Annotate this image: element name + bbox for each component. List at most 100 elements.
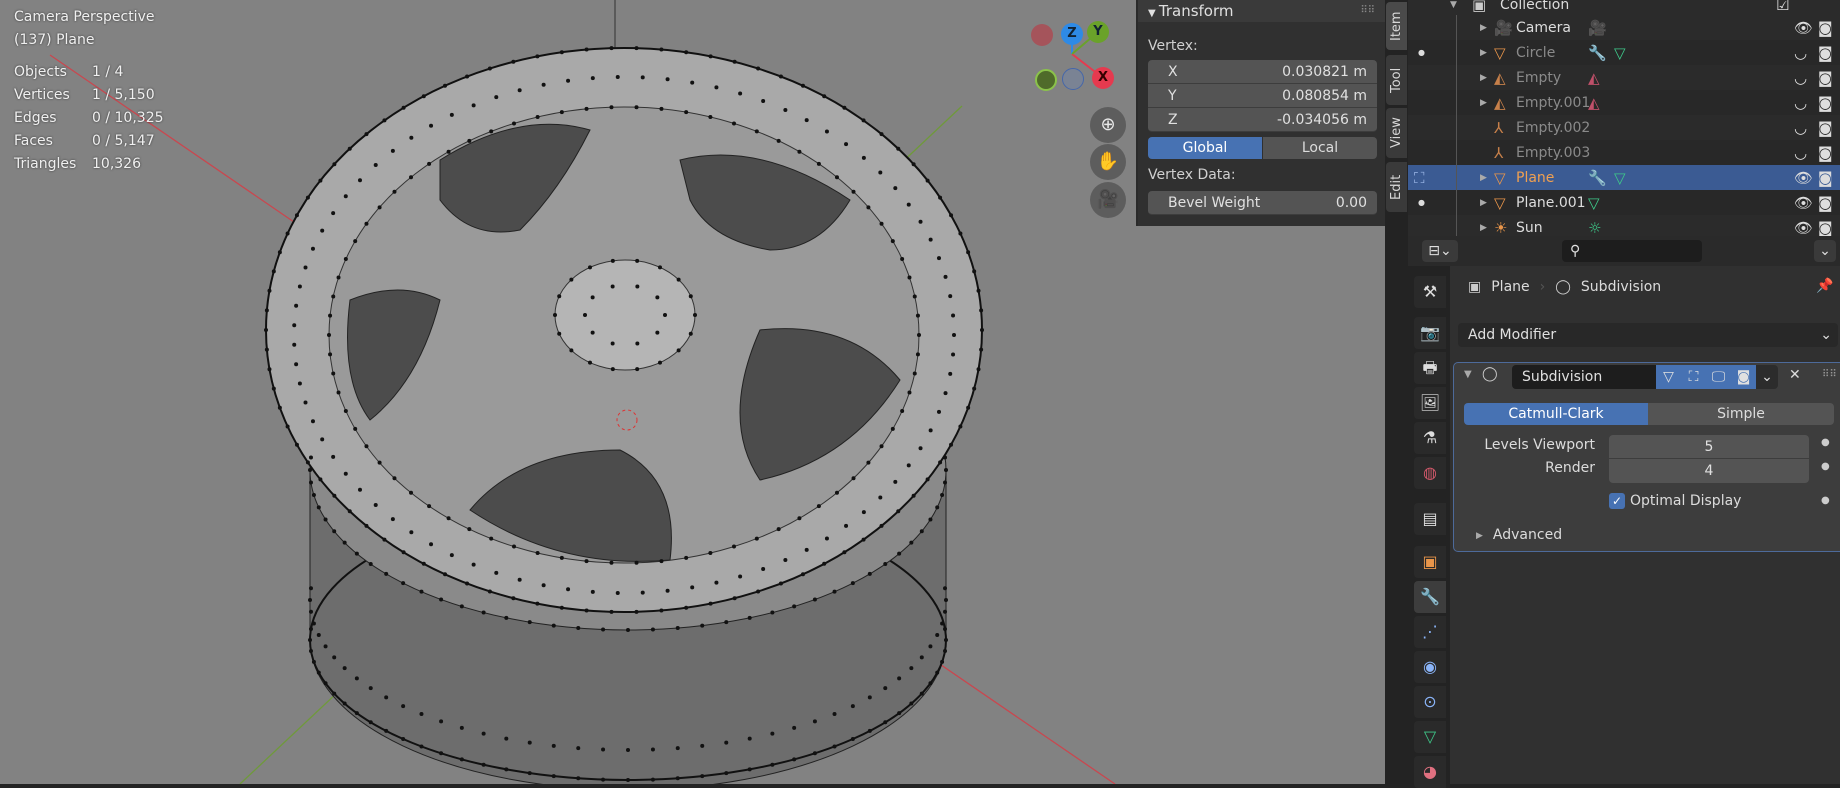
eye-closed-icon[interactable]: ◡: [1794, 119, 1807, 137]
eye-closed-icon[interactable]: ◡: [1794, 69, 1807, 87]
constraints-icon[interactable]: ⊙: [1414, 686, 1446, 718]
camera-view-icon[interactable]: 🎥: [1090, 182, 1126, 218]
tool-settings-icon[interactable]: ⚒: [1414, 276, 1446, 308]
physics-icon[interactable]: ◉: [1414, 651, 1446, 683]
outliner-item[interactable]: ▶ 🎥 Camera 🎥 👁 ◙: [1408, 15, 1840, 40]
view-layer-icon[interactable]: 🖼: [1414, 387, 1446, 419]
3d-viewport[interactable]: Camera Perspective (137) Plane Objects 1 …: [0, 0, 1385, 784]
outliner-item[interactable]: ⅄ Empty.002 ◡ ◙: [1408, 115, 1840, 140]
expand-triangle-icon[interactable]: ▶: [1480, 23, 1487, 33]
render-icon[interactable]: 📷: [1414, 317, 1446, 349]
world-icon[interactable]: ◍: [1414, 457, 1446, 489]
render-camera-icon[interactable]: ◙: [1818, 144, 1833, 162]
eye-icon[interactable]: 👁: [1794, 219, 1813, 237]
object-data-icon[interactable]: ☼: [1588, 219, 1601, 237]
scene-icon[interactable]: ⚗: [1414, 422, 1446, 454]
render-camera-icon[interactable]: ◙: [1818, 119, 1833, 137]
eye-closed-icon[interactable]: ◡: [1794, 144, 1807, 162]
vertex-z-field[interactable]: Z -0.034056 m: [1148, 108, 1377, 132]
render-toggle-icon[interactable]: ◙: [1731, 365, 1756, 389]
on-cage-toggle-icon[interactable]: ⛶: [1681, 365, 1706, 389]
render-levels-field[interactable]: 4: [1609, 459, 1809, 483]
eye-icon[interactable]: 👁: [1794, 19, 1813, 37]
modifier-name-input[interactable]: Subdivision: [1512, 365, 1656, 389]
object-data-icon[interactable]: 🎥: [1588, 19, 1607, 37]
gizmo-neg-x[interactable]: [1031, 24, 1053, 46]
options-dropdown[interactable]: ⌄: [1814, 240, 1836, 262]
render-camera-icon[interactable]: ◙: [1818, 169, 1833, 187]
hand-pan-icon[interactable]: ✋: [1090, 144, 1126, 180]
object-data-icon[interactable]: ◭: [1588, 94, 1600, 112]
editor-type-button[interactable]: ⊟⌄: [1422, 240, 1458, 262]
render-camera-icon[interactable]: ◙: [1818, 94, 1833, 112]
checkbox-icon[interactable]: ☑: [1776, 0, 1789, 14]
tab-tool[interactable]: Tool: [1386, 55, 1407, 105]
global-toggle[interactable]: Global: [1148, 137, 1262, 159]
keyframe-dot-icon[interactable]: ●: [1821, 461, 1830, 472]
modifier-wrench-icon[interactable]: 🔧: [1414, 581, 1446, 613]
simple-toggle[interactable]: Simple: [1648, 403, 1834, 425]
zoom-icon[interactable]: ⊕: [1090, 107, 1126, 143]
eye-closed-icon[interactable]: ◡: [1794, 44, 1807, 62]
object-data-icon[interactable]: ▽: [1614, 44, 1626, 62]
render-camera-icon[interactable]: ◙: [1818, 219, 1833, 237]
eye-icon[interactable]: 👁: [1794, 169, 1813, 187]
outliner-item[interactable]: ⅄ Empty.003 ◡ ◙: [1408, 140, 1840, 165]
levels-viewport-field[interactable]: 5: [1609, 435, 1809, 459]
outliner-item[interactable]: ▶ ◭ Empty.001 ◭ ◡ ◙: [1408, 90, 1840, 115]
expand-triangle-icon[interactable]: ▶: [1480, 48, 1487, 58]
gizmo-neg-z[interactable]: [1062, 68, 1084, 90]
outliner-item[interactable]: ▶ ☀ Sun ☼ 👁 ◙: [1408, 215, 1840, 236]
search-input[interactable]: ⚲: [1562, 240, 1702, 262]
grip-icon[interactable]: ⠿⠿: [1360, 0, 1375, 22]
advanced-subpanel-header[interactable]: ▶ Advanced: [1476, 527, 1562, 545]
transform-panel-header[interactable]: ▼ Transform ⠿⠿: [1138, 0, 1385, 22]
keyframe-dot-icon[interactable]: ●: [1821, 495, 1830, 506]
checkmark-icon[interactable]: ✓: [1609, 493, 1625, 509]
vertex-y-field[interactable]: Y 0.080854 m: [1148, 84, 1377, 108]
mesh-data-icon[interactable]: ▽: [1414, 721, 1446, 753]
vertex-x-field[interactable]: X 0.030821 m: [1148, 60, 1377, 84]
render-camera-icon[interactable]: ◙: [1818, 194, 1833, 212]
particles-icon[interactable]: ⋰: [1414, 616, 1446, 648]
add-modifier-dropdown[interactable]: Add Modifier ⌄: [1458, 323, 1838, 347]
gizmo-y[interactable]: Y: [1087, 21, 1109, 43]
output-icon[interactable]: 🖶: [1414, 352, 1446, 384]
expand-triangle-icon[interactable]: ▶: [1480, 223, 1487, 233]
remove-modifier-icon[interactable]: ✕: [1789, 367, 1801, 383]
viewport-toggle-icon[interactable]: 🖵: [1706, 365, 1731, 389]
outliner-item[interactable]: ▶ ◭ Empty ◭ ◡ ◙: [1408, 65, 1840, 90]
expand-triangle-icon[interactable]: ▶: [1480, 73, 1487, 83]
local-toggle[interactable]: Local: [1263, 137, 1377, 159]
eye-closed-icon[interactable]: ◡: [1794, 94, 1807, 112]
optimal-display-checkbox[interactable]: ✓ Optimal Display: [1609, 493, 1741, 509]
gizmo-x[interactable]: X: [1092, 67, 1114, 89]
object-data-icon[interactable]: 🔧: [1588, 169, 1607, 187]
tab-item[interactable]: Item: [1386, 2, 1407, 50]
object-data-icon[interactable]: 🔧: [1588, 44, 1607, 62]
grip-icon[interactable]: ⠿⠿: [1822, 369, 1837, 380]
render-camera-icon[interactable]: ◙: [1818, 44, 1833, 62]
expand-triangle-icon[interactable]: ▶: [1480, 198, 1487, 208]
expand-triangle-icon[interactable]: ▶: [1480, 98, 1487, 108]
outliner-item[interactable]: ● ▶ ▽ Plane.001 ▽ 👁 ◙: [1408, 190, 1840, 215]
gizmo-z[interactable]: Z: [1061, 23, 1083, 45]
render-camera-icon[interactable]: ◙: [1818, 69, 1833, 87]
eye-icon[interactable]: 👁: [1794, 194, 1813, 212]
outliner-item[interactable]: ⛶ ▶ ▽ Plane 🔧 ▽ 👁 ◙: [1408, 165, 1840, 190]
outliner-item[interactable]: ● ▶ ▽ Circle 🔧 ▽ ◡ ◙: [1408, 40, 1840, 65]
catmull-clark-toggle[interactable]: Catmull-Clark: [1464, 403, 1648, 425]
edit-mode-toggle-icon[interactable]: ▽: [1656, 365, 1681, 389]
object-data-icon[interactable]: ◭: [1588, 69, 1600, 87]
tab-edit[interactable]: Edit: [1386, 162, 1407, 212]
object-icon[interactable]: ▣: [1414, 546, 1446, 578]
keyframe-dot-icon[interactable]: ●: [1821, 437, 1830, 448]
render-camera-icon[interactable]: ◙: [1818, 19, 1833, 37]
bevel-weight-field[interactable]: Bevel Weight 0.00: [1148, 191, 1377, 215]
pin-icon[interactable]: 📌: [1816, 278, 1833, 294]
collapse-triangle-icon[interactable]: ▼: [1464, 369, 1472, 380]
tab-view[interactable]: View: [1386, 108, 1407, 158]
material-icon[interactable]: ◕: [1414, 756, 1446, 788]
edit-mode-icon[interactable]: ⛶: [1414, 169, 1425, 187]
object-data-icon[interactable]: ▽: [1614, 169, 1626, 187]
